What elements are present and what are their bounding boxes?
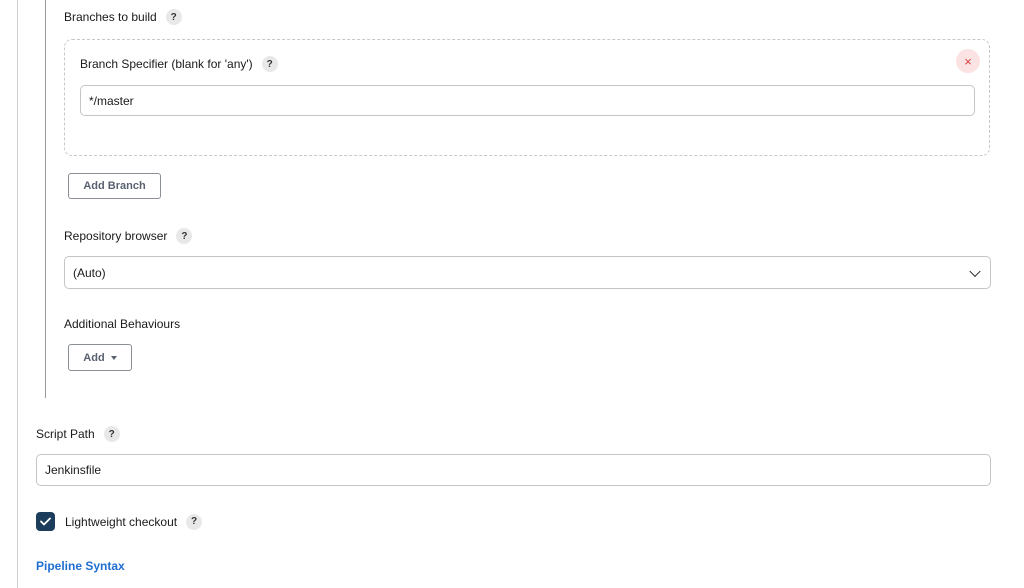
lightweight-checkout-checkbox[interactable] <box>36 512 55 531</box>
pipeline-scm-config-panel: Branches to build ? Branch Specifier (bl… <box>0 0 1024 588</box>
additional-behaviours-label: Additional Behaviours <box>64 315 180 333</box>
additional-behaviours-text: Additional Behaviours <box>64 317 181 331</box>
repository-browser-value: (Auto) <box>73 265 106 280</box>
add-branch-button[interactable]: Add Branch <box>68 173 161 199</box>
add-behaviour-button[interactable]: Add <box>68 344 132 371</box>
lightweight-checkout-label: Lightweight checkout ? <box>65 512 203 531</box>
chevron-down-icon <box>969 265 981 277</box>
script-path-label: Script Path ? <box>36 425 120 443</box>
branch-specifier-input[interactable]: */master <box>80 85 975 116</box>
close-icon: × <box>964 53 972 69</box>
branch-specifier-value: */master <box>89 93 134 108</box>
repository-browser-help-icon[interactable]: ? <box>176 228 193 244</box>
branch-specifier-label: Branch Specifier (blank for 'any') ? <box>80 55 278 73</box>
branch-specifier-help-icon[interactable]: ? <box>261 56 278 72</box>
branches-to-build-label: Branches to build ? <box>64 8 182 26</box>
lightweight-checkout-help-icon[interactable]: ? <box>186 513 203 530</box>
script-path-help-icon[interactable]: ? <box>103 426 120 442</box>
lightweight-checkout-text[interactable]: Lightweight checkout <box>65 515 177 529</box>
script-path-input[interactable]: Jenkinsfile <box>36 454 991 486</box>
repository-browser-text: Repository browser <box>64 229 168 243</box>
add-behaviour-label: Add <box>83 351 105 364</box>
nested-section-rule <box>45 0 46 398</box>
outer-section-rule <box>17 0 18 588</box>
repository-browser-select[interactable]: (Auto) <box>64 256 991 289</box>
branch-specifier-text: Branch Specifier (blank for 'any') <box>80 57 253 71</box>
repository-browser-label: Repository browser ? <box>64 227 193 245</box>
script-path-text: Script Path <box>36 427 95 441</box>
branches-to-build-text: Branches to build <box>64 10 157 24</box>
add-branch-label: Add Branch <box>83 180 146 192</box>
checkmark-icon <box>40 517 51 526</box>
branches-help-icon[interactable]: ? <box>165 9 182 25</box>
pipeline-syntax-link[interactable]: Pipeline Syntax <box>36 559 125 573</box>
caret-down-icon <box>110 355 117 360</box>
remove-branch-button[interactable]: × <box>956 49 980 73</box>
script-path-value: Jenkinsfile <box>45 463 102 477</box>
